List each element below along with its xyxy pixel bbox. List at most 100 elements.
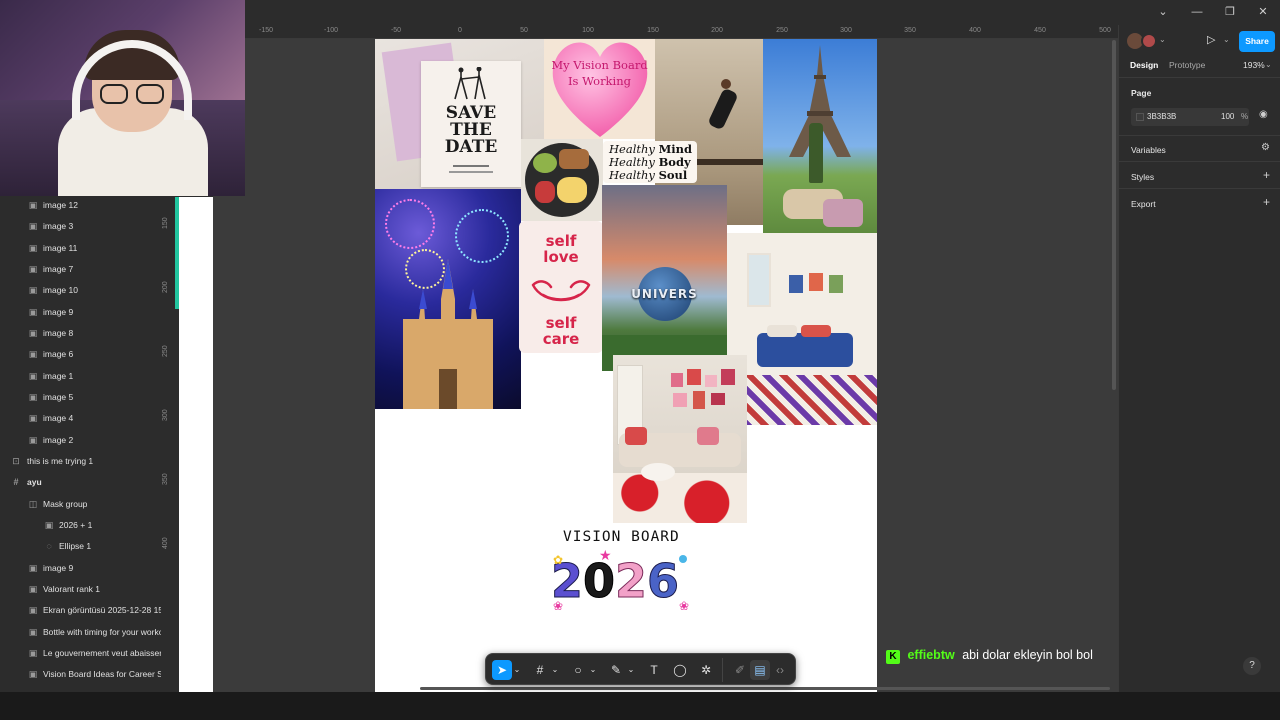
- layer-item[interactable]: ▣ image 5: [0, 388, 161, 406]
- tab-design[interactable]: Design: [1130, 60, 1158, 70]
- layer-item[interactable]: ▣ image 8: [0, 324, 161, 342]
- ruler-tick: 450: [1034, 27, 1046, 34]
- comment-tool-icon[interactable]: ◯: [670, 660, 690, 680]
- layer-item[interactable]: ▣ image 1: [0, 367, 161, 385]
- year-digit: 2: [615, 554, 648, 609]
- chevron-down-icon[interactable]: ⌄: [1159, 35, 1166, 44]
- layer-item[interactable]: ▣ Bottle with timing for your workou: [0, 623, 161, 641]
- layer-item[interactable]: ▣ image 2: [0, 431, 161, 449]
- layer-item[interactable]: ▣ Valorant rank 1: [0, 580, 161, 598]
- ruler-tick: 150: [647, 27, 659, 34]
- ruler-tick: 300: [840, 27, 852, 34]
- canvas-horizontal-scrollbar[interactable]: [420, 687, 1110, 690]
- vision-board-frame[interactable]: SAVE THE DATE My Vision Board Is Working: [375, 39, 877, 692]
- draw-mode-icon[interactable]: ✐: [730, 660, 750, 680]
- avatar[interactable]: [1141, 33, 1157, 49]
- chevron-down-icon[interactable]: ⌄: [1154, 4, 1172, 20]
- add-style-icon[interactable]: +: [1263, 168, 1270, 182]
- image-icon: ▣: [28, 221, 38, 231]
- healthy-target: Mind: [658, 142, 693, 156]
- close-icon[interactable]: ✕: [1254, 4, 1272, 20]
- move-tool-icon[interactable]: ➤: [492, 660, 512, 680]
- layer-item[interactable]: ▣ image 9: [0, 303, 161, 321]
- healthy-word: Healthy: [609, 155, 655, 169]
- layer-item[interactable]: ▣ image 11: [0, 239, 161, 257]
- layer-item[interactable]: ▣ Vision Board Ideas for Career Suc: [0, 665, 161, 683]
- chevron-down-icon[interactable]: ⌄: [512, 660, 522, 680]
- layer-item[interactable]: ⊡ this is me trying 1: [0, 452, 161, 470]
- self-care-line-2: care: [542, 330, 580, 348]
- layer-item[interactable]: ▣ Le gouvernement veut abaisser tl: [0, 644, 161, 662]
- design-mode-icon[interactable]: ▤: [750, 660, 770, 680]
- styles-section[interactable]: Styles: [1131, 172, 1154, 182]
- bedroom-image[interactable]: [727, 233, 877, 425]
- flower-icon: ✿: [553, 553, 564, 567]
- help-icon[interactable]: ?: [1243, 657, 1261, 675]
- ruler-tick: 150: [162, 217, 169, 229]
- variables-settings-icon[interactable]: ⚙: [1261, 142, 1270, 153]
- export-section[interactable]: Export: [1131, 199, 1156, 209]
- pen-tool-icon[interactable]: ✎: [606, 660, 626, 680]
- layer-item[interactable]: ▣ 2026 + 1: [0, 516, 161, 534]
- wall-art: [829, 275, 843, 293]
- layer-item[interactable]: ▣ image 9: [0, 559, 161, 577]
- layer-item[interactable]: ◫ Mask group: [0, 495, 161, 513]
- layer-item[interactable]: ▣ image 7: [0, 260, 161, 278]
- self-love-self-care-image[interactable]: self love self care: [519, 221, 603, 353]
- save-the-date-image[interactable]: SAVE THE DATE: [375, 39, 545, 189]
- chevron-down-icon[interactable]: ⌄: [588, 660, 598, 680]
- layer-label: image 8: [43, 328, 74, 338]
- chevron-down-icon[interactable]: ⌄: [626, 660, 636, 680]
- image-icon: ▣: [28, 264, 38, 274]
- layer-item[interactable]: ▣ image 10: [0, 281, 161, 299]
- healthy-food-image[interactable]: [521, 139, 603, 221]
- add-export-icon[interactable]: +: [1263, 195, 1270, 209]
- restore-icon[interactable]: ❐: [1221, 4, 1239, 20]
- healthy-mind-body-soul-image[interactable]: Healthy Mind Healthy Body Healthy Soul: [603, 141, 697, 183]
- share-button[interactable]: Share: [1239, 31, 1275, 52]
- text-tool-icon[interactable]: T: [644, 660, 664, 680]
- layer-label: image 5: [43, 392, 74, 402]
- play-icon[interactable]: ▷: [1207, 33, 1215, 46]
- ruler-tick: 0: [458, 27, 462, 34]
- ruler-tick: 50: [520, 27, 528, 34]
- layer-item[interactable]: ▣ Ekran görüntüsü 2025-12-28 1520: [0, 601, 161, 619]
- layer-label: image 1: [43, 371, 74, 381]
- eiffel-picnic-image[interactable]: [763, 39, 877, 234]
- offscreen-frame-edge: [179, 197, 213, 692]
- image-icon: ▣: [28, 563, 38, 573]
- tab-prototype[interactable]: Prototype: [1169, 60, 1205, 70]
- universal-studios-image[interactable]: UNIVERS: [602, 185, 727, 371]
- layer-item[interactable]: ▣ image 6: [0, 345, 161, 363]
- page-color-hex[interactable]: 3B3B3B: [1147, 112, 1176, 121]
- ellipse-tool-icon[interactable]: ○: [568, 660, 588, 680]
- page-color-field[interactable]: 3B3B3B 100 %: [1131, 108, 1249, 126]
- frame-tool-icon[interactable]: #: [530, 660, 550, 680]
- group-icon: ⊡: [12, 456, 20, 466]
- heart-vision-board-image[interactable]: My Vision Board Is Working: [544, 39, 655, 139]
- layer-item[interactable]: ▣ image 4: [0, 409, 161, 427]
- variables-section[interactable]: Variables: [1131, 145, 1166, 155]
- living-room-image[interactable]: [613, 355, 747, 523]
- layer-item[interactable]: ▣ image 12: [0, 196, 161, 214]
- eye-icon[interactable]: ◉: [1259, 109, 1268, 120]
- dev-mode-icon[interactable]: ‹›: [770, 660, 790, 680]
- disney-castle-fireworks-image[interactable]: [375, 189, 521, 409]
- layer-item[interactable]: ◌ Ellipse 1: [0, 537, 161, 555]
- canvas-vertical-scrollbar[interactable]: [1112, 40, 1116, 390]
- chevron-down-icon[interactable]: ⌄: [1265, 60, 1272, 69]
- page-opacity[interactable]: 100: [1221, 112, 1234, 121]
- actions-tool-icon[interactable]: ✲: [696, 660, 716, 680]
- page-section-title: Page: [1131, 88, 1152, 98]
- vision-board-2026-image[interactable]: VISION BOARD 2026 ★ ✿ ❀ ❀: [545, 529, 705, 619]
- healthy-target: Soul: [658, 168, 688, 182]
- layer-item[interactable]: ▣ image 3: [0, 217, 161, 235]
- card-fineprint: [449, 171, 493, 173]
- zoom-level[interactable]: 193%: [1243, 60, 1265, 70]
- color-swatch[interactable]: [1136, 113, 1144, 121]
- layer-item[interactable]: # ayu: [0, 473, 161, 491]
- chevron-down-icon[interactable]: ⌄: [550, 660, 560, 680]
- minimize-icon[interactable]: —: [1188, 4, 1206, 20]
- gallery-frame: [671, 373, 683, 387]
- chevron-down-icon[interactable]: ⌄: [1223, 35, 1230, 44]
